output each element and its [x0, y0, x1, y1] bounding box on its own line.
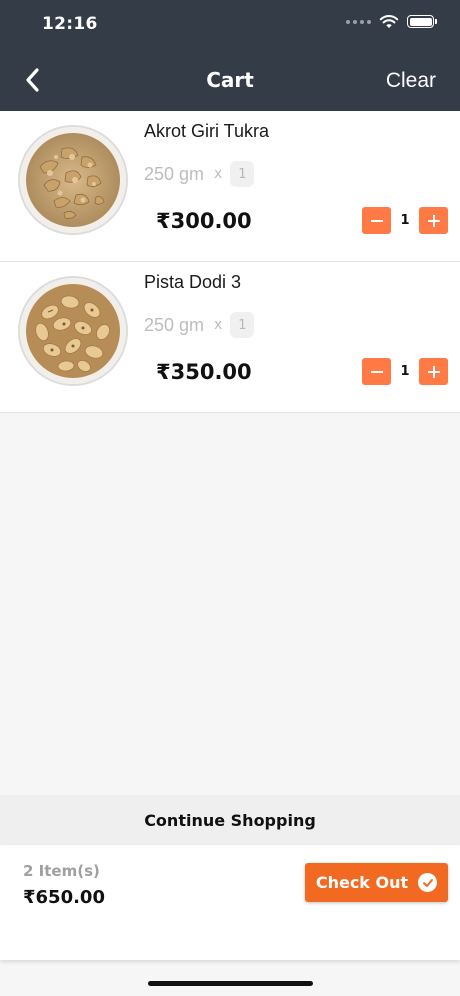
walnut-product-image	[18, 125, 128, 235]
plus-icon	[427, 214, 440, 227]
wifi-icon	[379, 15, 399, 28]
checkout-footer: 2 Item(s) ₹650.00 Check Out	[0, 845, 460, 960]
product-name: Pista Dodi 3	[144, 272, 242, 292]
product-weight: 250 gm x 1	[144, 161, 255, 187]
continue-shopping-button[interactable]: Continue Shopping	[0, 795, 460, 845]
check-circle-icon	[418, 873, 438, 892]
cart-item: Pista Dodi 3 250 gm x 1 ₹350.00 1	[0, 262, 460, 413]
multiplier-sign: x	[214, 317, 223, 333]
product-price: ₹300.00	[156, 209, 252, 233]
increment-button[interactable]	[419, 207, 448, 234]
quantity-badge: 1	[230, 161, 255, 187]
minus-icon	[370, 219, 383, 222]
pistachio-product-image	[18, 276, 128, 386]
signal-icon	[346, 19, 371, 24]
status-icons	[346, 14, 437, 29]
product-price: ₹350.00	[156, 360, 252, 384]
checkout-label: Check Out	[315, 873, 409, 892]
clear-cart-button[interactable]: Clear	[386, 69, 436, 93]
app-header: 12:16 Cart Clear	[0, 0, 460, 111]
product-name: Akrot Giri Tukra	[144, 121, 270, 141]
quantity-value: 1	[400, 213, 410, 228]
home-indicator	[148, 981, 313, 986]
minus-icon	[370, 370, 383, 373]
product-weight: 250 gm x 1	[144, 312, 255, 338]
cart-total: ₹650.00	[23, 887, 105, 908]
multiplier-sign: x	[214, 166, 223, 182]
decrement-button[interactable]	[362, 207, 391, 234]
battery-icon	[407, 15, 437, 28]
weight-label: 250 gm	[144, 163, 205, 184]
cart-item-list: Akrot Giri Tukra 250 gm x 1 ₹300.00 1 Pi…	[0, 111, 460, 413]
cart-item: Akrot Giri Tukra 250 gm x 1 ₹300.00 1	[0, 111, 460, 262]
decrement-button[interactable]	[362, 358, 391, 385]
increment-button[interactable]	[419, 358, 448, 385]
quantity-stepper: 1	[362, 358, 448, 385]
quantity-badge: 1	[230, 312, 255, 338]
quantity-stepper: 1	[362, 207, 448, 234]
plus-icon	[427, 365, 440, 378]
quantity-value: 1	[400, 364, 410, 379]
status-time: 12:16	[42, 14, 98, 34]
weight-label: 250 gm	[144, 314, 205, 335]
item-count: 2 Item(s)	[23, 862, 100, 880]
checkout-button[interactable]: Check Out	[305, 863, 448, 902]
